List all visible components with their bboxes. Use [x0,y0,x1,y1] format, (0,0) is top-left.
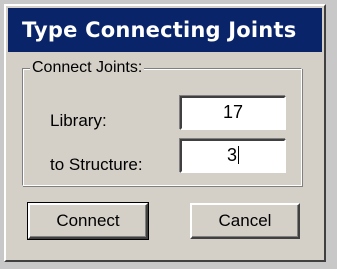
cancel-button[interactable]: Cancel [190,203,300,239]
text-caret [238,146,239,164]
structure-value: 3 [226,145,237,165]
connect-button[interactable]: Connect [27,202,149,240]
dialog-title: Type Connecting Joints [22,18,297,42]
title-bar[interactable]: Type Connecting Joints [8,8,322,52]
structure-input[interactable]: 3 [180,139,286,173]
library-input[interactable]: 17 [180,96,286,130]
structure-label: to Structure: [50,155,143,174]
library-label: Library: [50,111,107,130]
library-value: 17 [222,102,244,122]
groupbox-label: Connect Joints: [30,59,145,77]
